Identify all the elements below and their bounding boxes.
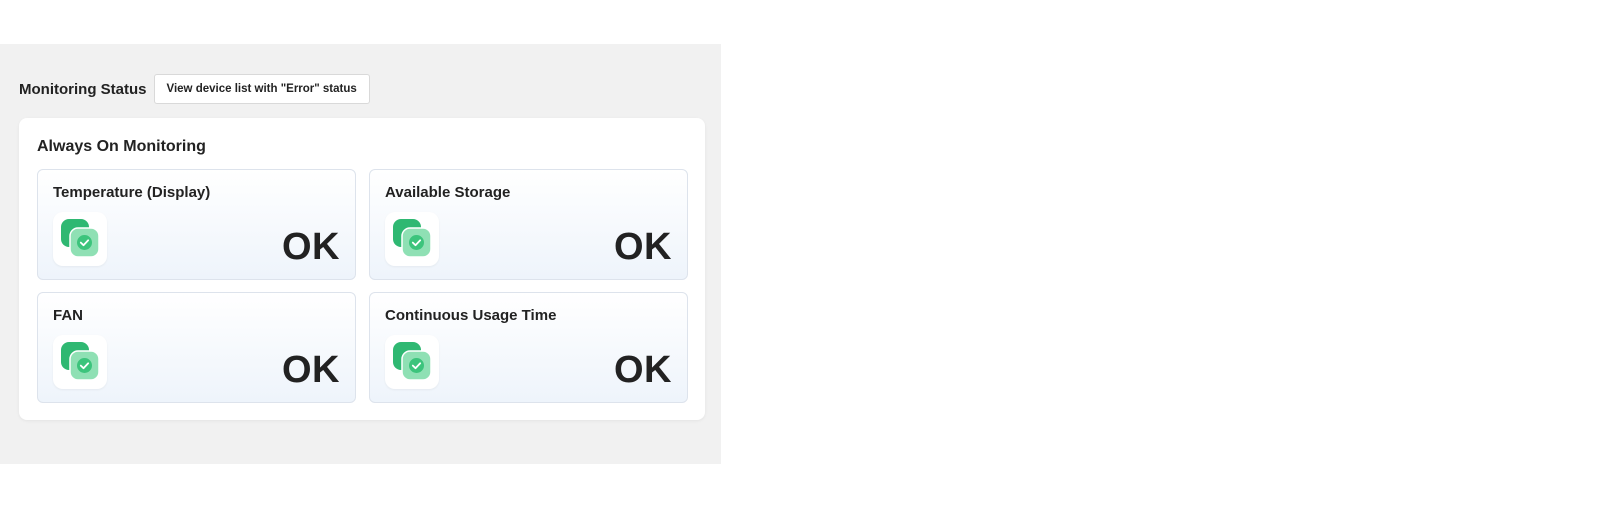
view-error-devices-button[interactable]: View device list with "Error" status xyxy=(153,74,370,104)
monitor-status-value: OK xyxy=(614,226,672,268)
monitoring-status-title: Monitoring Status xyxy=(19,80,147,98)
monitoring-grid: Temperature (Display) OK Available Stora… xyxy=(37,169,688,403)
monitor-tile-usage-time: Continuous Usage Time OK xyxy=(369,292,688,403)
monitor-status-value: OK xyxy=(282,226,340,268)
monitor-tile-label: Continuous Usage Time xyxy=(385,307,557,324)
monitoring-header: Monitoring Status View device list with … xyxy=(19,74,370,104)
monitor-tile-label: FAN xyxy=(53,307,83,324)
monitor-status-value: OK xyxy=(282,349,340,391)
monitor-tile-fan: FAN OK xyxy=(37,292,356,403)
always-on-monitoring-title: Always On Monitoring xyxy=(37,138,206,155)
monitor-tile-label: Temperature (Display) xyxy=(53,184,211,201)
monitor-tile-storage: Available Storage OK xyxy=(369,169,688,280)
status-ok-icon xyxy=(53,335,107,389)
monitoring-panel: Monitoring Status View device list with … xyxy=(0,44,721,464)
status-ok-icon xyxy=(385,335,439,389)
status-ok-icon xyxy=(53,212,107,266)
monitor-tile-label: Available Storage xyxy=(385,184,511,201)
status-ok-icon xyxy=(385,212,439,266)
monitor-status-value: OK xyxy=(614,349,672,391)
always-on-monitoring-card: Always On Monitoring Temperature (Displa… xyxy=(19,118,705,420)
monitor-tile-temperature: Temperature (Display) OK xyxy=(37,169,356,280)
